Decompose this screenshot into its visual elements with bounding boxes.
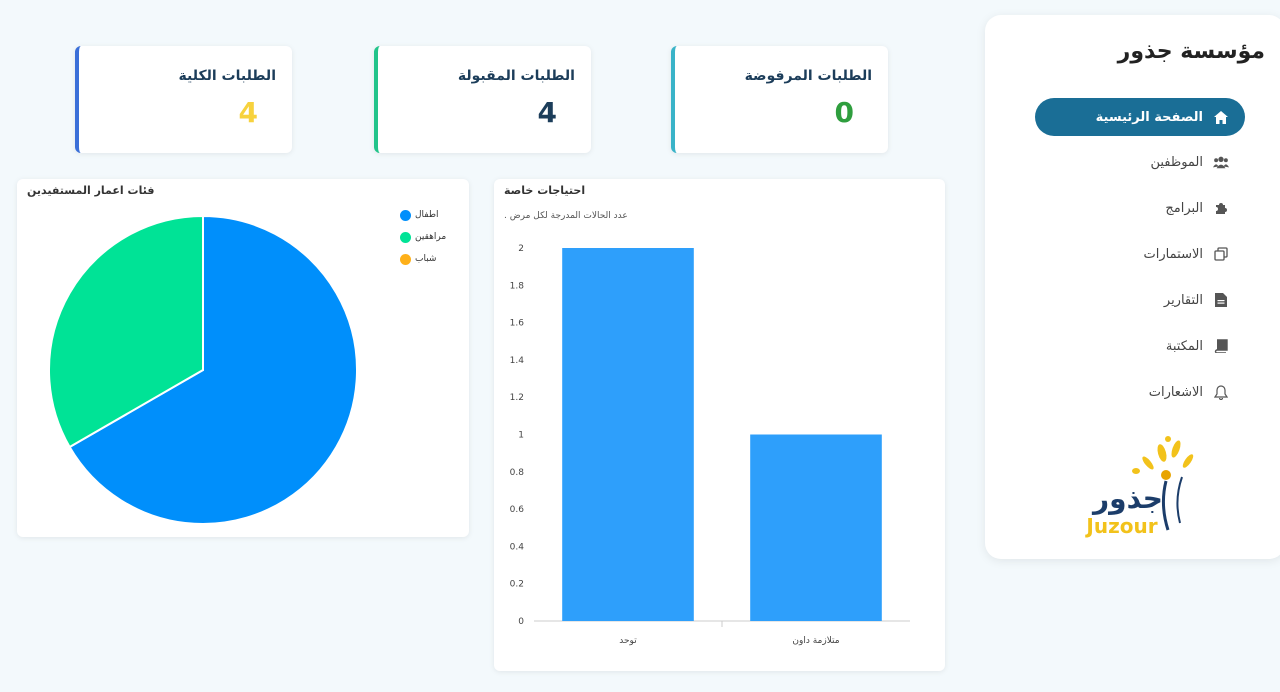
pie-chart-card: فئات اعمار المستفيدين اطفال مراهقين شباب <box>17 179 469 537</box>
y-tick-label: 1.8 <box>510 281 525 291</box>
nav-item-home[interactable]: الصفحة الرئيسية <box>1035 98 1245 136</box>
nav-item-label: البرامج <box>1165 200 1203 216</box>
stat-label: الطلبات المقبولة <box>457 68 575 84</box>
bar <box>750 434 882 621</box>
legend-item[interactable]: مراهقين <box>400 226 455 248</box>
y-tick-label: 0.2 <box>510 580 524 590</box>
y-tick-label: 1.2 <box>510 393 524 403</box>
home-icon <box>1213 109 1229 125</box>
stat-value: 0 <box>834 96 854 129</box>
y-tick-label: 1.4 <box>510 356 525 366</box>
legend-label: شباب <box>415 254 437 264</box>
puzzle-icon <box>1213 200 1229 216</box>
nav-item-label: المكتبة <box>1165 338 1203 354</box>
nav-item-notifications[interactable]: الاشعارات <box>1035 373 1245 411</box>
x-tick-label: متلازمة داون <box>792 636 839 646</box>
legend-swatch <box>400 253 411 265</box>
juzour-logo: جذور Juzour <box>1070 435 1205 555</box>
nav-item-label: الاشعارات <box>1148 384 1203 400</box>
bar-chart-card: احتياجات خاصة عدد الحالات المدرجة لكل مر… <box>494 179 945 671</box>
copy-icon <box>1213 246 1229 262</box>
y-tick-label: 1 <box>518 431 524 441</box>
stat-card-rejected: الطلبات المرفوضة 0 <box>671 46 888 153</box>
sidebar: مؤسسة جذور الصفحة الرئيسية الموظفين البر… <box>985 15 1280 559</box>
legend-item[interactable]: شباب <box>400 248 455 270</box>
bar-chart: 0 0.2 0.4 0.6 0.8 1 1.2 1.4 1.6 1.8 2 توحد متلازمة د… <box>510 244 910 646</box>
legend-swatch <box>400 209 411 221</box>
bar <box>562 248 694 621</box>
stat-label: الطلبات الكلية <box>178 68 276 84</box>
y-tick-label: 0.8 <box>510 468 525 478</box>
brand-title: مؤسسة جذور <box>1117 39 1265 64</box>
legend-swatch <box>400 231 411 243</box>
nav-item-library[interactable]: المكتبة <box>1035 327 1245 365</box>
x-tick-label: توحد <box>619 636 637 646</box>
users-icon <box>1213 154 1229 170</box>
stat-label: الطلبات المرفوضة <box>744 68 872 84</box>
nav-item-label: الاستمارات <box>1143 246 1203 262</box>
nav-item-employees[interactable]: الموظفين <box>1035 143 1245 181</box>
file-icon <box>1213 292 1229 308</box>
nav-item-label: الموظفين <box>1150 154 1203 170</box>
y-tick-label: 0.4 <box>510 542 525 552</box>
nav-item-label: التقارير <box>1163 292 1203 308</box>
y-tick-label: 0.6 <box>510 505 525 515</box>
logo-latin-text: Juzour <box>1084 514 1157 538</box>
y-tick-label: 2 <box>518 244 524 254</box>
stat-value: 4 <box>238 96 258 129</box>
legend-label: مراهقين <box>415 232 447 242</box>
pie-legend: اطفال مراهقين شباب <box>400 204 455 270</box>
nav-item-reports[interactable]: التقارير <box>1035 281 1245 319</box>
bell-icon <box>1213 384 1229 400</box>
y-tick-label: 1.6 <box>510 319 525 329</box>
y-tick-label: 0 <box>518 617 524 627</box>
nav-item-label: الصفحة الرئيسية <box>1095 109 1203 125</box>
stat-card-total: الطلبات الكلية 4 <box>75 46 292 153</box>
book-icon <box>1213 338 1229 354</box>
nav-item-forms[interactable]: الاستمارات <box>1035 235 1245 273</box>
nav-item-programs[interactable]: البرامج <box>1035 189 1245 227</box>
legend-label: اطفال <box>415 210 439 220</box>
legend-item[interactable]: اطفال <box>400 204 455 226</box>
logo-arabic-text: جذور <box>1091 482 1163 515</box>
stat-card-accepted: الطلبات المقبولة 4 <box>374 46 591 153</box>
stat-value: 4 <box>537 96 557 129</box>
